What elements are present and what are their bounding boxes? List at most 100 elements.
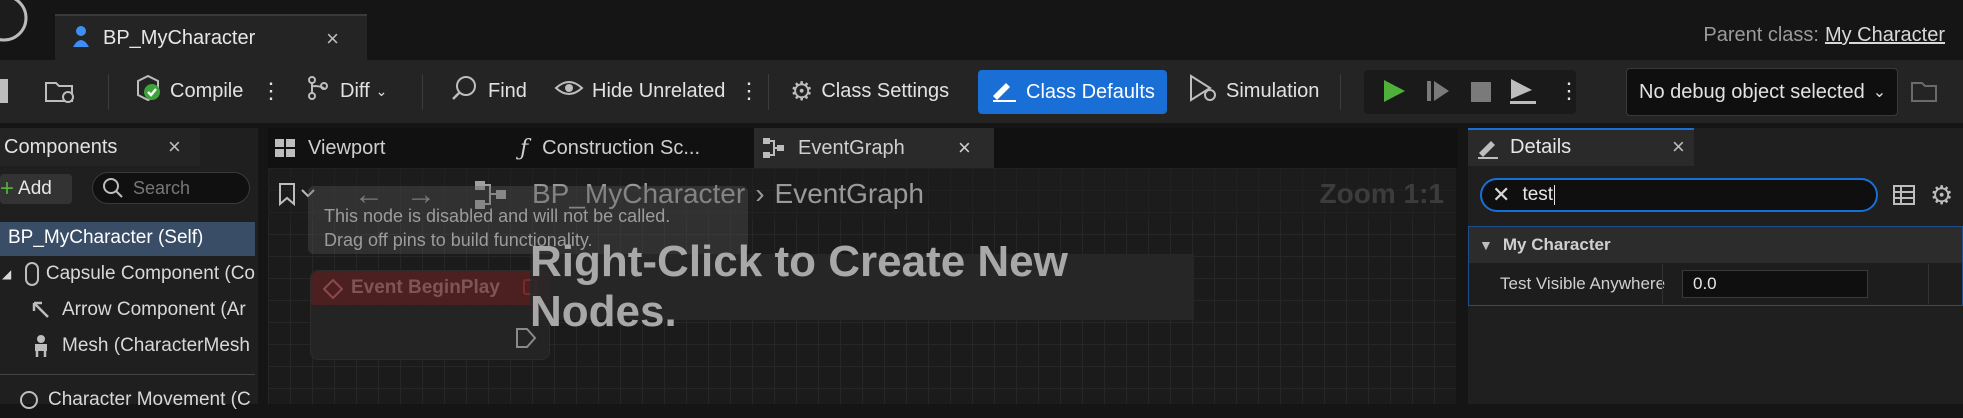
component-label: Arrow Component (Ar xyxy=(62,299,246,320)
eject-icon xyxy=(1510,79,1536,104)
diff-icon xyxy=(304,74,332,108)
property-splitter[interactable] xyxy=(1662,264,1663,304)
eye-icon xyxy=(554,74,584,108)
event-graph-canvas[interactable]: ← → BP_MyCharacter › EventGraph Zoom 1:1… xyxy=(268,168,1456,404)
category-my-character[interactable]: ▼ My Character xyxy=(1469,227,1962,263)
document-tab[interactable]: BP_MyCharacter × xyxy=(55,14,367,60)
components-search-input[interactable]: Search xyxy=(92,172,250,204)
close-tab-icon[interactable]: × xyxy=(958,128,971,168)
stop-button[interactable] xyxy=(1468,70,1494,112)
search-placeholder: Search xyxy=(133,177,191,198)
tab-viewport-label: Viewport xyxy=(308,136,386,159)
text-cursor xyxy=(1554,185,1556,205)
compile-options-icon[interactable]: ⋮ xyxy=(260,70,282,112)
details-title-row: Details xyxy=(1476,128,1571,166)
simulation-button[interactable]: Simulation xyxy=(1188,70,1319,112)
component-row-movement[interactable]: Character Movement (C xyxy=(0,382,255,418)
find-icon xyxy=(450,74,480,108)
settings-gear-icon[interactable]: ⚙ xyxy=(1930,180,1953,211)
class-settings-label: Class Settings xyxy=(821,79,950,102)
parent-class-link[interactable]: My Character xyxy=(1825,24,1945,46)
collapse-arrow-icon[interactable]: ▼ xyxy=(1479,237,1493,253)
close-panel-icon[interactable]: × xyxy=(1672,128,1685,166)
parent-class-label: Parent class: xyxy=(1703,24,1819,46)
chevron-down-icon: ⌄ xyxy=(375,82,388,99)
debug-object-select[interactable]: No debug object selected ⌄ xyxy=(1626,68,1898,116)
graph-hint-text: Right-Click to Create New Nodes. xyxy=(530,237,1068,336)
compile-check-icon xyxy=(134,74,162,108)
tab-eventgraph-label: EventGraph xyxy=(798,136,905,159)
divider xyxy=(0,374,255,375)
document-tab-label: BP_MyCharacter xyxy=(103,26,256,49)
hide-unrelated-button[interactable]: Hide Unrelated xyxy=(554,70,725,112)
debug-browse-button[interactable] xyxy=(1910,70,1940,112)
find-button[interactable]: Find xyxy=(450,70,527,112)
breadcrumb-separator: › xyxy=(755,178,765,209)
component-label: Capsule Component (Co xyxy=(45,263,255,284)
class-defaults-button[interactable]: Class Defaults xyxy=(978,70,1167,114)
stop-icon xyxy=(1471,82,1491,102)
compile-label: Compile xyxy=(170,79,244,102)
graph-hint-box: Right-Click to Create New Nodes. xyxy=(530,237,1194,336)
toolbar-divider xyxy=(108,74,109,110)
diff-button[interactable]: Diff ⌄ xyxy=(304,70,387,112)
gear-icon: ⚙ xyxy=(790,75,814,106)
play-options-icon[interactable]: ⋮ xyxy=(1558,70,1580,112)
folder-icon xyxy=(1911,82,1937,102)
plus-icon: + xyxy=(0,175,15,202)
disabled-note-line-1: This node is disabled and will not be ca… xyxy=(324,206,671,226)
table-view-icon[interactable] xyxy=(1892,184,1916,211)
clear-search-icon[interactable]: ✕ xyxy=(1492,182,1510,208)
details-pencil-icon xyxy=(1478,141,1498,159)
details-title: Details xyxy=(1510,135,1572,158)
details-search-input[interactable]: ✕ test xyxy=(1480,178,1878,212)
hide-unrelated-options-icon[interactable]: ⋮ xyxy=(738,70,760,112)
search-icon xyxy=(103,178,123,198)
component-row-capsule[interactable]: ◢ Capsule Component (Co xyxy=(0,256,255,292)
tab-construction-script[interactable]: ƒ Construction Sc... xyxy=(520,128,700,168)
breadcrumb-current: EventGraph xyxy=(774,178,924,209)
event-beginplay-node[interactable]: Event BeginPlay xyxy=(310,270,550,360)
add-component-button[interactable]: + Add xyxy=(0,174,72,204)
compile-button[interactable]: Compile xyxy=(134,70,243,112)
eject-button[interactable] xyxy=(1508,70,1538,112)
unreal-logo-icon[interactable] xyxy=(0,0,28,50)
component-row-self[interactable]: BP_MyCharacter (Self) xyxy=(8,220,263,256)
debug-object-value: No debug object selected xyxy=(1639,80,1865,103)
property-name: Test Visible Anywhere xyxy=(1500,274,1666,293)
event-diamond-icon xyxy=(323,279,343,299)
collapse-arrow-icon[interactable]: ◢ xyxy=(2,267,11,281)
simulation-label: Simulation xyxy=(1226,79,1320,102)
component-row-mesh[interactable]: Mesh (CharacterMesh xyxy=(0,328,255,364)
diff-label: Diff xyxy=(340,79,370,102)
character-icon xyxy=(71,25,91,52)
menu-bar xyxy=(0,0,1963,8)
toolbar-divider xyxy=(422,74,423,110)
zoom-indicator: Zoom 1:1 xyxy=(1319,178,1444,209)
skeletal-mesh-icon xyxy=(35,335,47,357)
save-button[interactable] xyxy=(0,70,10,112)
step-button[interactable] xyxy=(1424,70,1452,112)
play-button[interactable] xyxy=(1380,70,1408,112)
save-icon xyxy=(0,79,8,103)
function-icon: ƒ xyxy=(520,135,529,161)
component-label: Character Movement (C xyxy=(48,389,251,410)
class-defaults-icon xyxy=(990,76,1018,108)
class-defaults-label: Class Defaults xyxy=(1026,80,1155,103)
class-settings-button[interactable]: ⚙ Class Settings xyxy=(790,70,949,112)
parent-class: Parent class: My Character xyxy=(1703,24,1945,47)
browse-button[interactable] xyxy=(44,70,78,112)
property-value-field[interactable]: 0.0 xyxy=(1682,270,1868,298)
arrow-component-icon xyxy=(32,301,49,318)
folder-search-icon xyxy=(45,82,74,103)
component-label: BP_MyCharacter (Self) xyxy=(8,227,204,248)
toolbar-divider xyxy=(768,74,769,110)
component-label: Mesh (CharacterMesh xyxy=(62,335,250,356)
property-value: 0.0 xyxy=(1693,274,1717,293)
add-label: Add xyxy=(18,178,52,199)
tab-eventgraph[interactable]: EventGraph xyxy=(762,128,905,168)
close-panel-icon[interactable]: × xyxy=(168,128,181,166)
tab-viewport[interactable]: Viewport xyxy=(274,128,385,168)
component-row-arrow[interactable]: Arrow Component (Ar xyxy=(0,292,255,328)
close-tab-icon[interactable]: × xyxy=(326,26,339,52)
